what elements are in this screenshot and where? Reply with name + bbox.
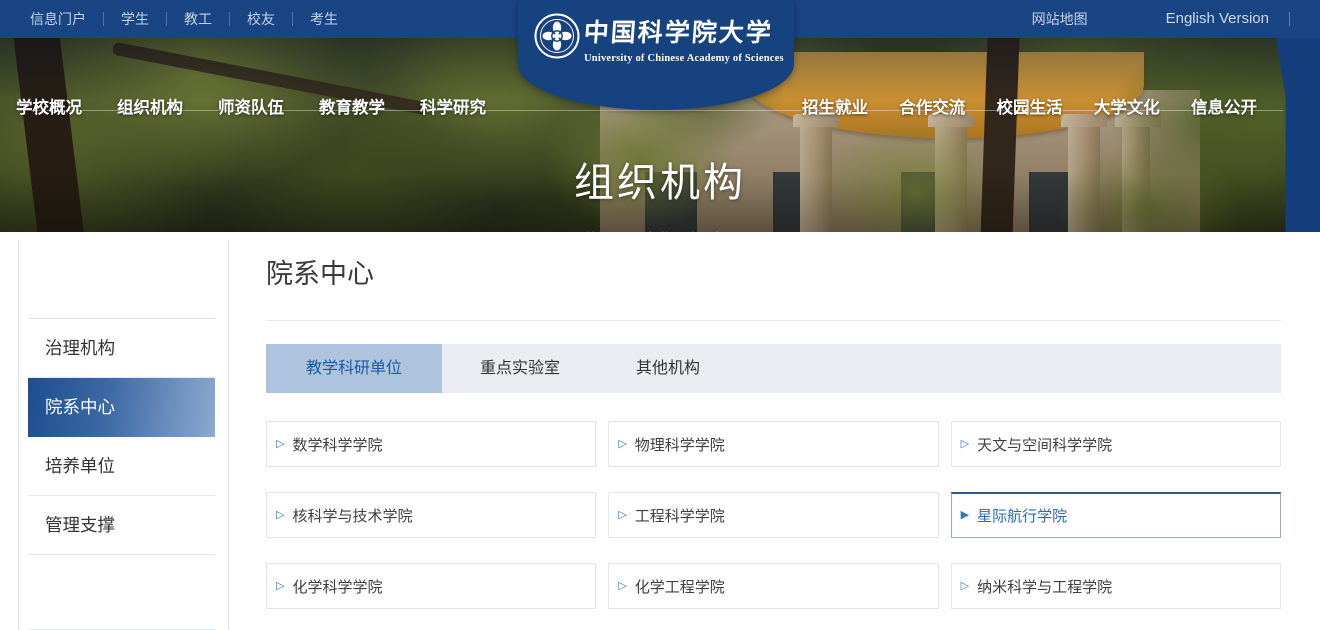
topbar-link-sitemap[interactable]: 网站地图 — [1015, 12, 1105, 26]
triangle-outline-icon: ▷ — [618, 439, 626, 450]
logo-name-english: University of Chinese Academy of Science… — [584, 53, 784, 64]
page-title: 院系中心 — [266, 254, 1281, 294]
nav-item-education[interactable]: 教育教学 — [319, 94, 385, 118]
department-name: 工程科学学院 — [635, 505, 725, 526]
department-card-interstellar-highlighted[interactable]: ▶ 星际航行学院 — [951, 492, 1281, 538]
triangle-outline-icon: ▷ — [961, 439, 969, 450]
department-name: 核科学与技术学院 — [292, 505, 412, 526]
department-card-chemical-engineering[interactable]: ▷ 化学工程学院 — [608, 563, 938, 609]
site-header: 信息门户 学生 教工 校友 考生 网站地图 English Version 学校… — [0, 0, 1320, 232]
department-name: 数学科学学院 — [292, 434, 382, 455]
nav-item-organization[interactable]: 组织机构 — [117, 94, 183, 118]
department-card-nuclear[interactable]: ▷ 核科学与技术学院 — [266, 492, 596, 538]
nav-left-group: 学校概况 组织机构 师资队伍 教育教学 科学研究 — [16, 94, 486, 118]
sidebar-item-admin-support[interactable]: 管理支撑 — [28, 496, 215, 555]
triangle-outline-icon: ▷ — [618, 510, 626, 521]
nav-item-research[interactable]: 科学研究 — [420, 94, 486, 118]
triangle-outline-icon: ▷ — [276, 510, 284, 521]
tab-other-institutions[interactable]: 其他机构 — [598, 344, 738, 393]
department-card-astronomy[interactable]: ▷ 天文与空间科学学院 — [951, 421, 1281, 467]
sidebar-top-spacer — [28, 240, 215, 319]
department-name: 物理科学学院 — [635, 434, 725, 455]
triangle-outline-icon: ▷ — [276, 581, 284, 592]
department-name: 纳米科学与工程学院 — [977, 576, 1112, 597]
nav-item-information[interactable]: 信息公开 — [1191, 94, 1257, 118]
sidebar-item-governance[interactable]: 治理机构 — [28, 319, 215, 378]
topbar-link-english-version[interactable]: English Version — [1149, 12, 1290, 26]
department-name: 天文与空间科学学院 — [977, 434, 1112, 455]
department-card-nano[interactable]: ▷ 纳米科学与工程学院 — [951, 563, 1281, 609]
logo-name-chinese: 中国科学院大学 — [583, 13, 785, 49]
nav-item-culture[interactable]: 大学文化 — [1094, 94, 1160, 118]
breadcrumb[interactable]: 首页 - 组织机构 - 院系中心 — [0, 228, 1320, 232]
nav-item-cooperation[interactable]: 合作交流 — [899, 94, 965, 118]
triangle-outline-icon: ▷ — [618, 581, 626, 592]
topbar-right-links: 网站地图 English Version — [1015, 12, 1290, 26]
topbar-left-links: 信息门户 学生 教工 校友 考生 — [30, 12, 355, 26]
sidebar-bottom-spacer — [28, 555, 215, 630]
department-name: 化学工程学院 — [635, 576, 725, 597]
nav-item-school-overview[interactable]: 学校概况 — [16, 94, 82, 118]
department-grid: ▷ 数学科学学院 ▷ 物理科学学院 ▷ 天文与空间科学学院 ▷ 核科学与技术学院… — [266, 421, 1281, 609]
topbar-link-faculty[interactable]: 教工 — [167, 12, 230, 26]
department-card-chemical-science[interactable]: ▷ 化学科学学院 — [266, 563, 596, 609]
logo-text-block: 中国科学院大学 University of Chinese Academy of… — [584, 13, 784, 64]
topbar-link-students[interactable]: 学生 — [104, 12, 167, 26]
topbar-link-alumni[interactable]: 校友 — [230, 12, 293, 26]
department-card-physics[interactable]: ▷ 物理科学学院 — [608, 421, 938, 467]
department-card-math[interactable]: ▷ 数学科学学院 — [266, 421, 596, 467]
department-name: 星际航行学院 — [977, 505, 1067, 526]
department-name: 化学科学学院 — [292, 576, 382, 597]
main-panel: 院系中心 教学科研单位 重点实验室 其他机构 ▷ 数学科学学院 ▷ 物理科学学院… — [266, 232, 1281, 609]
triangle-filled-icon: ▶ — [961, 510, 969, 521]
topbar-link-portal[interactable]: 信息门户 — [30, 12, 104, 26]
category-tabs: 教学科研单位 重点实验室 其他机构 — [266, 344, 1281, 393]
triangle-outline-icon: ▷ — [961, 581, 969, 592]
nav-right-group: 招生就业 合作交流 校园生活 大学文化 信息公开 — [802, 94, 1257, 118]
tab-teaching-research-units[interactable]: 教学科研单位 — [266, 344, 442, 393]
page-banner-title: 组织机构 — [0, 150, 1320, 208]
sidebar-item-departments[interactable]: 院系中心 — [28, 378, 215, 437]
page-content: 治理机构 院系中心 培养单位 管理支撑 院系中心 教学科研单位 重点实验室 其他… — [0, 232, 1320, 630]
triangle-outline-icon: ▷ — [276, 439, 284, 450]
nav-item-campus-life[interactable]: 校园生活 — [997, 94, 1063, 118]
department-card-engineering[interactable]: ▷ 工程科学学院 — [608, 492, 938, 538]
title-divider — [266, 320, 1281, 321]
ucas-seal-icon — [534, 13, 580, 59]
sidebar-item-training-units[interactable]: 培养单位 — [28, 437, 215, 496]
university-logo[interactable]: 中国科学院大学 University of Chinese Academy of… — [518, 0, 794, 110]
tab-key-laboratories[interactable]: 重点实验室 — [442, 344, 598, 393]
topbar-link-applicants[interactable]: 考生 — [293, 12, 355, 26]
nav-item-faculty[interactable]: 师资队伍 — [218, 94, 284, 118]
section-sidebar: 治理机构 院系中心 培养单位 管理支撑 — [18, 240, 229, 630]
nav-item-admissions[interactable]: 招生就业 — [802, 94, 868, 118]
